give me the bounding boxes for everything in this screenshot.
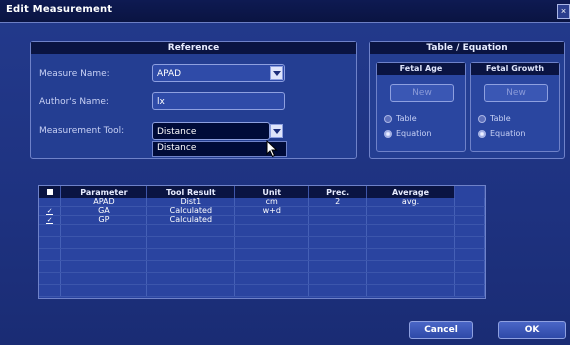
fetal-age-equation-radio[interactable]: [384, 130, 392, 138]
table-row[interactable]: [39, 248, 485, 261]
fetal-age-title: Fetal Age: [377, 63, 465, 75]
close-icon[interactable]: ×: [557, 4, 570, 19]
parameter-cell: GP: [60, 215, 148, 225]
fetal-growth-table-label: Table: [490, 114, 511, 123]
edit-measurement-dialog: Edit Measurement × Reference Measure Nam…: [0, 0, 570, 345]
fetal-growth-new-button[interactable]: New: [484, 84, 548, 102]
fetal-age-new-button[interactable]: New: [390, 84, 454, 102]
reference-header: Reference: [31, 42, 356, 54]
measure-name-combo[interactable]: APAD: [152, 64, 285, 82]
fetal-growth-equation-radio[interactable]: [478, 130, 486, 138]
prec-cell: [308, 215, 368, 225]
ok-button[interactable]: OK: [498, 321, 566, 339]
fetal-age-table-radio[interactable]: [384, 115, 392, 123]
fetal-growth-table-radio[interactable]: [478, 115, 486, 123]
row-checkbox[interactable]: ✓: [39, 206, 62, 216]
prec-cell: [308, 206, 368, 216]
measurement-tool-label: Measurement Tool:: [39, 126, 125, 136]
average-cell: [366, 215, 455, 225]
row-checkbox[interactable]: [39, 198, 62, 207]
reference-panel: Reference Measure Name: APAD Author's Na…: [30, 41, 357, 159]
table-equation-panel: Table / Equation Fetal Age New Table Equ…: [369, 41, 565, 159]
cancel-button[interactable]: Cancel: [409, 321, 473, 339]
check-icon[interactable]: ✓: [46, 208, 54, 215]
parameter-table: Parameter Tool Result Unit Prec. Average…: [38, 185, 486, 299]
fetal-growth-panel: Fetal Growth New Table Equation: [470, 62, 560, 152]
unit-cell: [234, 215, 310, 225]
spacer-cell: [454, 215, 485, 225]
table-equation-header: Table / Equation: [370, 42, 564, 54]
row-checkbox[interactable]: ✓: [39, 215, 62, 225]
spacer-cell: [454, 206, 485, 216]
table-row[interactable]: ✓ GP Calculated: [39, 215, 485, 225]
prec-cell: 2: [308, 198, 368, 207]
spacer-cell: [454, 198, 485, 207]
author-name-label: Author's Name:: [39, 97, 109, 107]
average-cell: avg.: [366, 198, 455, 207]
title-bar: Edit Measurement ×: [0, 0, 570, 23]
average-cell: [366, 206, 455, 216]
fetal-growth-title: Fetal Growth: [471, 63, 559, 75]
author-name-input[interactable]: lx: [152, 92, 285, 110]
table-row[interactable]: [39, 236, 485, 249]
select-all-icon[interactable]: [46, 188, 53, 195]
window-title: Edit Measurement: [6, 4, 113, 15]
col-spacer: [454, 186, 485, 198]
col-select[interactable]: [39, 186, 62, 198]
table-row[interactable]: [39, 260, 485, 273]
check-icon[interactable]: ✓: [46, 217, 54, 224]
table-row[interactable]: [39, 284, 485, 297]
fetal-growth-equation-label: Equation: [490, 129, 526, 138]
tool-result-cell: Calculated: [146, 215, 236, 225]
fetal-age-panel: Fetal Age New Table Equation: [376, 62, 466, 152]
measurement-tool-dropdown-icon[interactable]: [270, 124, 283, 138]
measure-name-dropdown-icon[interactable]: [270, 66, 283, 80]
table-row[interactable]: [39, 272, 485, 285]
table-row[interactable]: [39, 224, 485, 237]
fetal-age-table-label: Table: [396, 114, 417, 123]
mouse-cursor-icon: [266, 140, 278, 158]
fetal-age-equation-label: Equation: [396, 129, 432, 138]
unit-cell: w+d: [234, 206, 310, 216]
measure-name-label: Measure Name:: [39, 69, 110, 79]
measurement-tool-combo[interactable]: Distance: [152, 122, 270, 140]
